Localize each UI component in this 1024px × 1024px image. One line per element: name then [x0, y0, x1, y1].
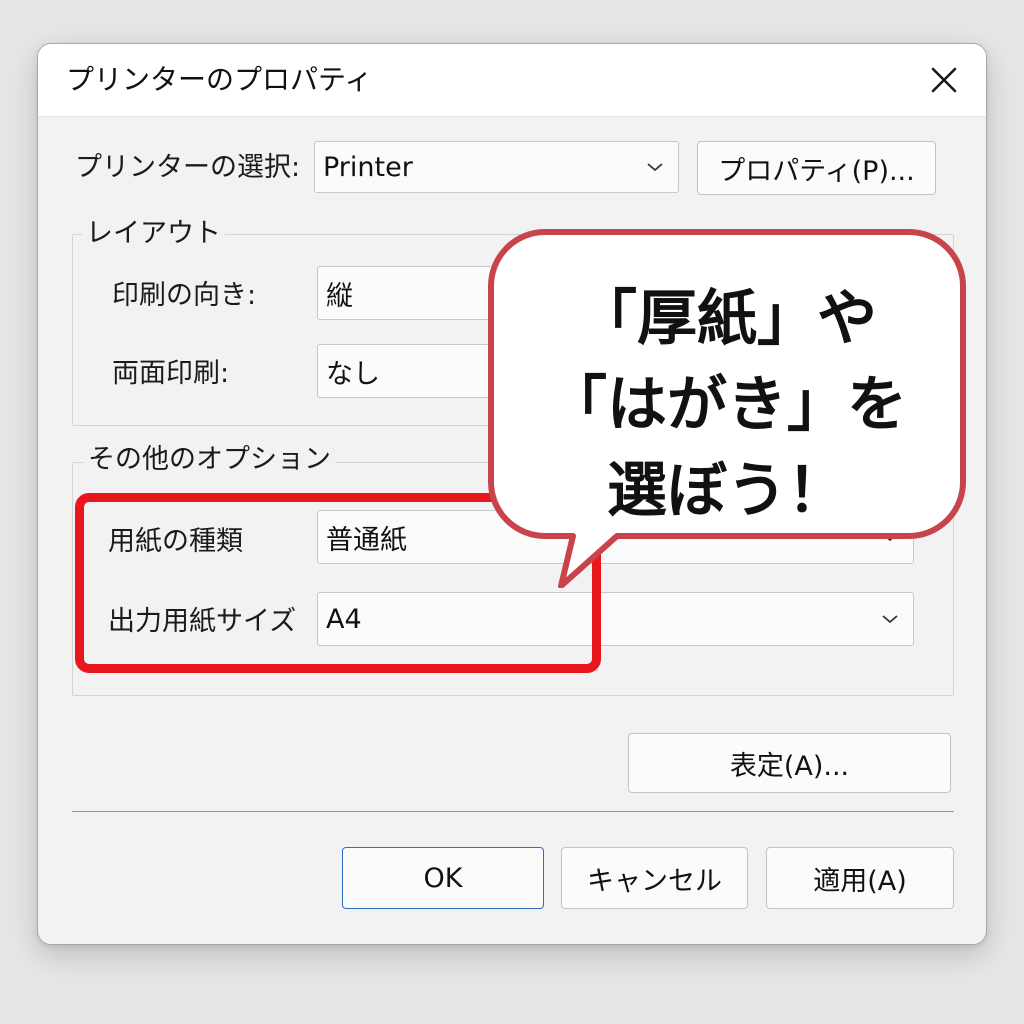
- ok-button[interactable]: OK: [342, 847, 544, 909]
- duplex-select-value: なし: [326, 358, 380, 390]
- close-button[interactable]: [922, 60, 966, 100]
- layout-group-title: レイアウト: [82, 216, 225, 252]
- orientation-select-value: 縦: [326, 280, 353, 312]
- cancel-button[interactable]: キャンセル: [561, 847, 748, 909]
- duplex-label: 両面印刷:: [112, 358, 230, 389]
- output-size-select[interactable]: A4: [317, 592, 914, 646]
- paper-type-select-value: 普通紙: [326, 524, 407, 556]
- printer-properties-button[interactable]: プロパティ(P)...: [697, 141, 936, 195]
- chevron-down-icon: [647, 163, 663, 172]
- other-options-group-title: その他のオプション: [84, 442, 335, 478]
- close-icon: [931, 67, 957, 93]
- divider: [72, 811, 954, 812]
- callout-line-2: 「はがき」を: [547, 370, 907, 440]
- printer-select-value: Printer: [323, 151, 413, 183]
- callout-text: 「厚紙」や 「はがき」を 選ぼう！: [517, 276, 937, 534]
- output-size-select-value: A4: [326, 603, 362, 635]
- callout-line-1: 「厚紙」や: [577, 284, 877, 354]
- paper-type-label: 用紙の種類: [108, 526, 243, 557]
- printer-select-label: プリンターの選択:: [75, 152, 301, 183]
- callout-bubble: 「厚紙」や 「はがき」を 選ぼう！: [487, 228, 967, 588]
- orientation-label: 印刷の向き:: [112, 280, 257, 311]
- output-size-label: 出力用紙サイズ: [108, 606, 297, 637]
- window-title: プリンターのプロパティ: [66, 63, 373, 96]
- title-bar: プリンターのプロパティ: [38, 44, 986, 117]
- apply-button[interactable]: 適用(A): [766, 847, 954, 909]
- chevron-down-icon: [882, 615, 898, 624]
- printer-select[interactable]: Printer: [314, 141, 679, 193]
- advanced-button[interactable]: 表定(A)...: [628, 733, 951, 793]
- callout-line-3: 選ぼう！: [607, 456, 847, 526]
